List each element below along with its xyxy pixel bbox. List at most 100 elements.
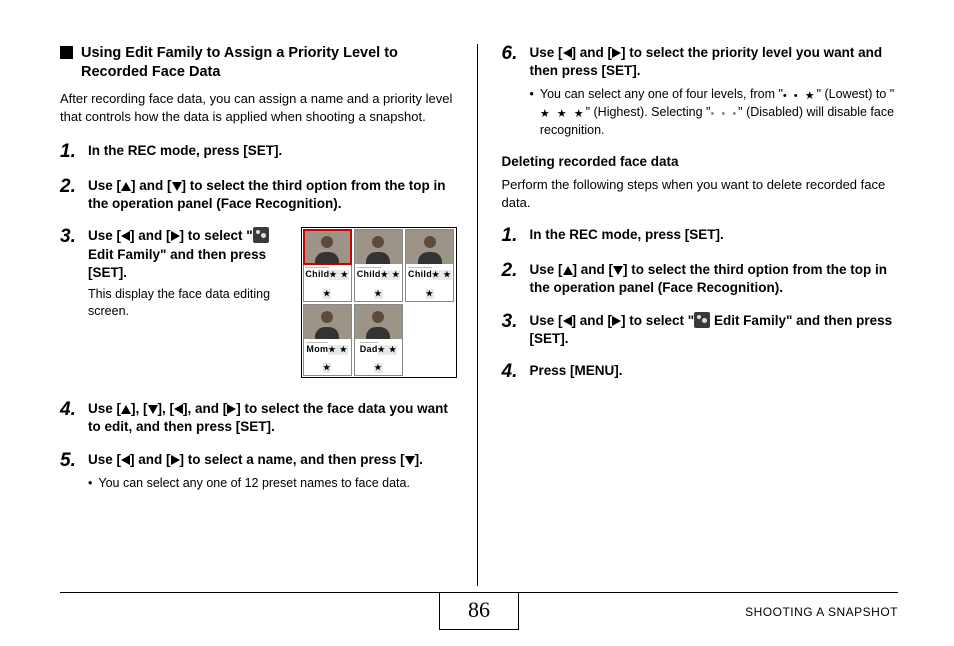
step-1: 1. In the REC mode, press [SET]. xyxy=(60,142,457,163)
t: Use [ xyxy=(88,401,121,416)
deleting-heading: Deleting recorded face data xyxy=(502,153,899,172)
down-arrow-icon xyxy=(148,405,158,414)
columns: Using Edit Family to Assign a Priority L… xyxy=(60,44,898,586)
section-title: Using Edit Family to Assign a Priority L… xyxy=(81,44,457,82)
step-5: 5. Use [] and [] to select a name, and t… xyxy=(60,451,457,492)
step-note: • You can select any one of 12 preset nam… xyxy=(88,475,457,492)
t: You can select any one of 12 preset name… xyxy=(98,475,410,492)
step-text: In the REC mode, press [SET]. xyxy=(530,226,899,244)
face-cell: Dad★ ★ ★ xyxy=(354,304,403,376)
bullet-icon: • xyxy=(88,475,92,492)
right-arrow-icon xyxy=(612,316,621,326)
step-note: • You can select any one of four levels,… xyxy=(530,86,899,139)
t: Use [ xyxy=(88,452,121,467)
left-arrow-icon xyxy=(563,48,572,58)
step-number: 1. xyxy=(502,226,522,247)
face-cell: Child★ ★ ★ xyxy=(354,229,403,301)
t: Use [ xyxy=(530,262,563,277)
square-bullet-icon xyxy=(60,46,73,59)
step-number: 4. xyxy=(60,400,80,421)
right-arrow-icon xyxy=(612,48,621,58)
step-text: Press [MENU]. xyxy=(530,362,899,380)
step-number: 1. xyxy=(60,142,80,163)
bullet-icon: • xyxy=(530,86,534,139)
footer-label: SHOOTING A SNAPSHOT xyxy=(745,601,898,619)
up-arrow-icon xyxy=(121,182,131,191)
t: ] and [ xyxy=(130,228,171,243)
step-number: 4. xyxy=(502,362,522,383)
up-arrow-icon xyxy=(563,266,573,275)
down-arrow-icon xyxy=(613,266,623,275)
up-arrow-icon xyxy=(121,405,131,414)
step-text: Use [] and [] to select the third option… xyxy=(88,177,457,213)
face-thumb-icon xyxy=(355,305,402,339)
step-number: 2. xyxy=(60,177,80,198)
del-step-2: 2. Use [] and [] to select the third opt… xyxy=(502,261,899,297)
rating-low-icon: • • ★ xyxy=(783,89,817,104)
down-arrow-icon xyxy=(405,456,415,465)
t: ] and [ xyxy=(572,45,613,60)
t: Use [ xyxy=(88,228,121,243)
t: Edit Family" and then press [SET]. xyxy=(88,247,266,280)
down-arrow-icon xyxy=(172,182,182,191)
step-number: 3. xyxy=(60,227,80,248)
face-name: Mom xyxy=(306,342,328,354)
left-arrow-icon xyxy=(563,316,572,326)
face-name: Child xyxy=(357,267,381,279)
step-number: 6. xyxy=(502,44,522,65)
t: Use [ xyxy=(530,313,563,328)
figure-row: Mom★ ★ ★ Dad★ ★ ★ xyxy=(302,303,456,377)
t: Use [ xyxy=(530,45,563,60)
face-name: Dad xyxy=(360,342,378,354)
face-thumb-icon xyxy=(406,230,453,264)
face-stars: ★ ★ ★ xyxy=(374,345,397,373)
left-arrow-icon xyxy=(121,455,130,465)
page-number: 86 xyxy=(439,593,519,630)
right-steps-b: 1. In the REC mode, press [SET]. 2. Use … xyxy=(502,226,899,383)
step-text: Use [], [], [], and [] to select the fac… xyxy=(88,400,457,436)
section-heading-row: Using Edit Family to Assign a Priority L… xyxy=(60,44,457,82)
figure-row: Child★ ★ ★ Child★ ★ ★ Child★ ★ ★ xyxy=(302,228,456,302)
face-cell-selected: Child★ ★ ★ xyxy=(303,229,352,301)
right-arrow-icon xyxy=(171,455,180,465)
right-steps-a: 6. Use [] and [] to select the priority … xyxy=(502,44,899,139)
t: ], [ xyxy=(158,401,175,416)
page-number-wrap: 86 xyxy=(439,593,519,630)
face-name: Child xyxy=(305,267,329,279)
t: ], and [ xyxy=(183,401,227,416)
t: " (Lowest) to " xyxy=(817,87,895,101)
left-steps: 1. In the REC mode, press [SET]. 2. Use … xyxy=(60,142,457,492)
t: You can select any one of four levels, f… xyxy=(540,87,783,101)
step-number: 3. xyxy=(502,312,522,333)
step-text: Use [] and [] to select a name, and then… xyxy=(88,451,457,492)
rating-off-icon: • • • xyxy=(711,107,739,122)
face-thumb-icon xyxy=(304,230,351,264)
intro-paragraph: After recording face data, you can assig… xyxy=(60,90,457,126)
manual-page: Using Edit Family to Assign a Priority L… xyxy=(0,0,954,646)
page-footer: 86 SHOOTING A SNAPSHOT xyxy=(60,592,898,636)
t: ] and [ xyxy=(572,313,613,328)
step-6: 6. Use [] and [] to select the priority … xyxy=(502,44,899,139)
face-thumb-icon xyxy=(304,305,351,339)
del-step-4: 4. Press [MENU]. xyxy=(502,362,899,383)
right-column: 6. Use [] and [] to select the priority … xyxy=(478,44,899,586)
step-4: 4. Use [], [], [], and [] to select the … xyxy=(60,400,457,436)
left-arrow-icon xyxy=(121,231,130,241)
t: ] to select " xyxy=(621,313,694,328)
t: Use [ xyxy=(88,178,121,193)
step-text: In the REC mode, press [SET]. xyxy=(88,142,457,160)
face-cell: Mom★ ★ ★ xyxy=(303,304,352,376)
t: ] and [ xyxy=(573,262,614,277)
t: ]. xyxy=(415,452,423,467)
face-thumb-icon xyxy=(355,230,402,264)
step-text: Child★ ★ ★ Child★ ★ ★ Child★ ★ ★ Mom★ ★ … xyxy=(88,227,457,386)
deleting-intro: Perform the following steps when you wan… xyxy=(502,176,899,212)
step-text: Use [] and [] to select the priority lev… xyxy=(530,44,899,139)
note-body: You can select any one of four levels, f… xyxy=(540,86,898,139)
face-name: Child xyxy=(408,267,432,279)
step-number: 2. xyxy=(502,261,522,282)
t: ] to select a name, and then press [ xyxy=(180,452,405,467)
right-arrow-icon xyxy=(227,404,236,414)
step-number: 5. xyxy=(60,451,80,472)
face-cell: Child★ ★ ★ xyxy=(405,229,454,301)
